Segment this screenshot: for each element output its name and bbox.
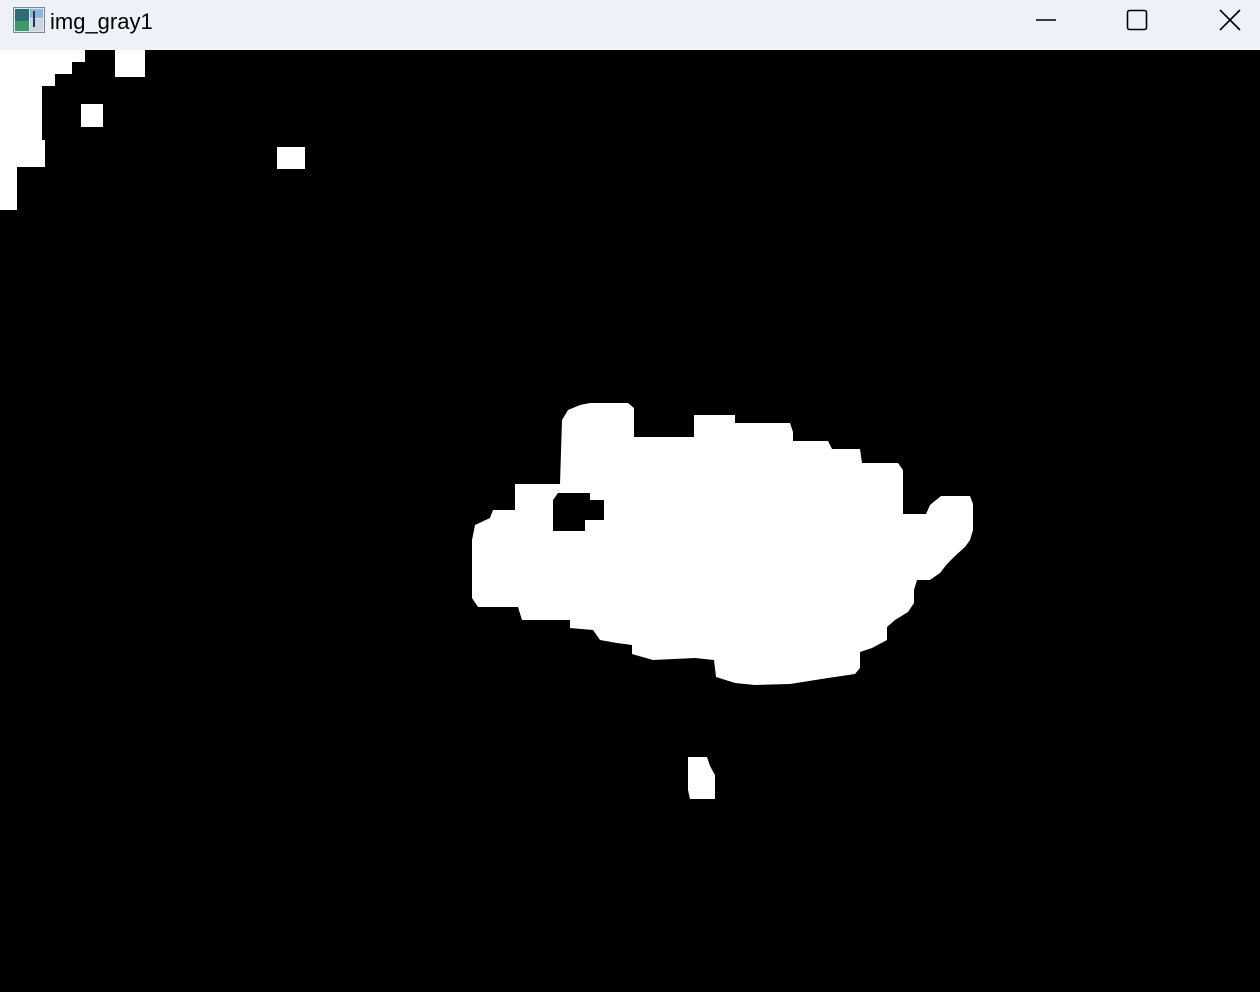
- white-speck-2: [81, 104, 103, 127]
- image-window: img_gray1: [0, 0, 1260, 992]
- maximize-icon: [1126, 9, 1148, 31]
- app-icon[interactable]: [13, 7, 45, 33]
- binary-image: [0, 50, 1260, 992]
- minimize-button[interactable]: [1000, 0, 1092, 40]
- white-speck-1: [115, 50, 145, 77]
- white-speck-3: [277, 147, 305, 169]
- window-title: img_gray1: [50, 9, 153, 34]
- close-icon: [1219, 9, 1241, 31]
- maximize-button[interactable]: [1091, 0, 1183, 40]
- title-bar[interactable]: img_gray1: [0, 0, 1260, 50]
- image-canvas[interactable]: [0, 50, 1260, 992]
- close-button[interactable]: [1184, 0, 1260, 40]
- minimize-icon: [1036, 19, 1056, 21]
